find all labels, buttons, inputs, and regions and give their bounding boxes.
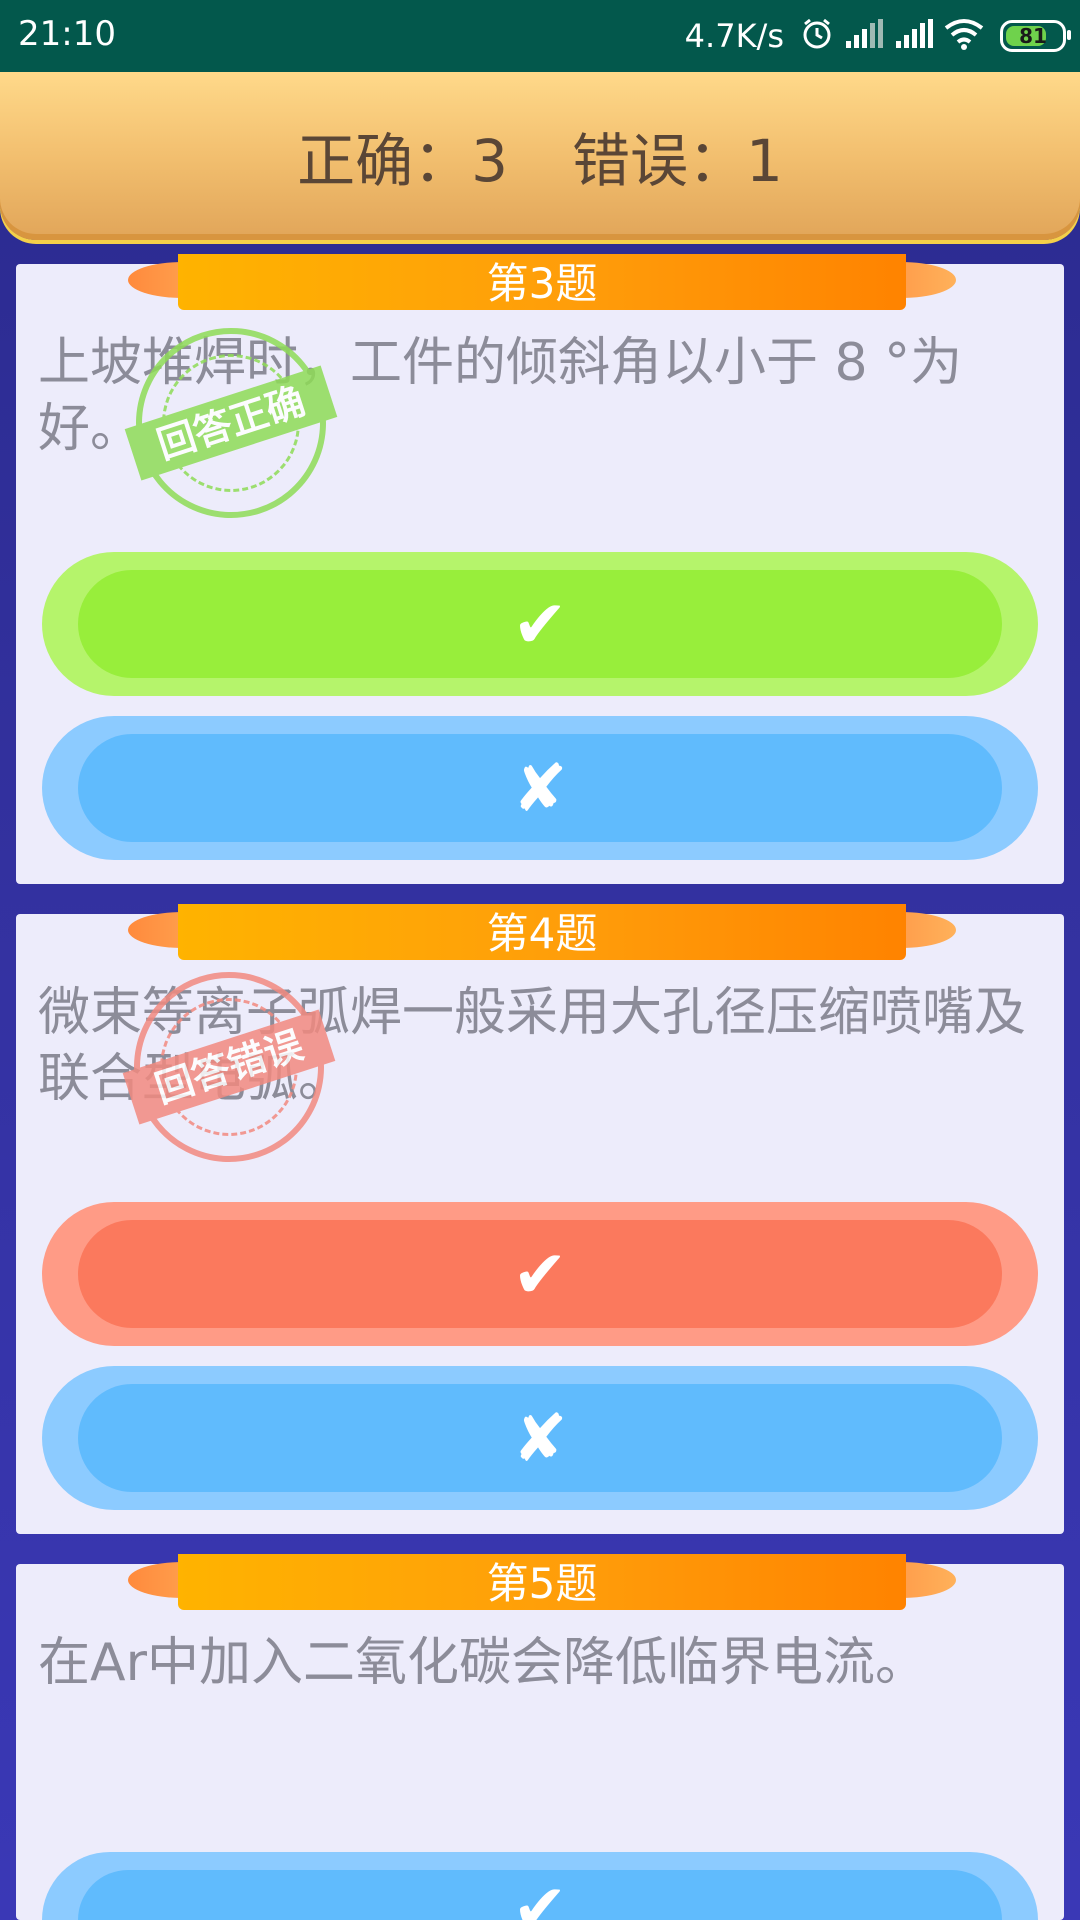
score-header: 正确：3 错误：1: [0, 72, 1080, 240]
check-icon: ✔: [512, 585, 568, 663]
battery-level: 81: [1019, 24, 1047, 48]
question-ribbon: 第3题: [128, 254, 956, 312]
cross-icon: ✘: [512, 1399, 568, 1477]
check-icon: ✔: [512, 1876, 568, 1920]
status-icons: 4.7K/s 81: [684, 12, 1071, 60]
true-button[interactable]: ✔: [42, 552, 1038, 696]
check-icon: ✔: [512, 1235, 568, 1313]
signal-icon: [844, 19, 884, 53]
question-number: 第3题: [178, 254, 906, 310]
wrong-count: 错误：1: [572, 127, 783, 195]
question-text: 在Ar中加入二氧化碳会降低临界电流。: [38, 1633, 927, 1693]
battery-icon: 81: [1000, 20, 1071, 52]
question-card: 第4题 微束等离子弧焊一般采用大孔径压缩喷嘴及联合型电弧。 回答错误 ✔ ✘: [16, 904, 1064, 1534]
question-card: 第5题 在Ar中加入二氧化碳会降低临界电流。 ✔: [16, 1554, 1064, 1920]
question-number: 第4题: [178, 904, 906, 960]
question-card: 第3题 上坡堆焊时，工件的倾斜角以小于 8 °为好。 回答正确 ✔ ✘: [16, 254, 1064, 884]
network-speed: 4.7K/s: [684, 17, 784, 55]
cross-icon: ✘: [512, 749, 568, 827]
signal-icon: [894, 19, 934, 53]
status-time: 21:10: [18, 14, 116, 54]
wifi-icon: [944, 18, 984, 54]
question-number: 第5题: [178, 1554, 906, 1610]
alarm-icon: [800, 17, 834, 55]
true-button[interactable]: ✔: [42, 1852, 1038, 1920]
question-ribbon: 第5题: [128, 1554, 956, 1612]
question-ribbon: 第4题: [128, 904, 956, 962]
true-button[interactable]: ✔: [42, 1202, 1038, 1346]
correct-count: 正确：3: [297, 127, 508, 195]
status-bar: 21:10 4.7K/s 81: [0, 0, 1080, 72]
false-button[interactable]: ✘: [42, 716, 1038, 860]
false-button[interactable]: ✘: [42, 1366, 1038, 1510]
